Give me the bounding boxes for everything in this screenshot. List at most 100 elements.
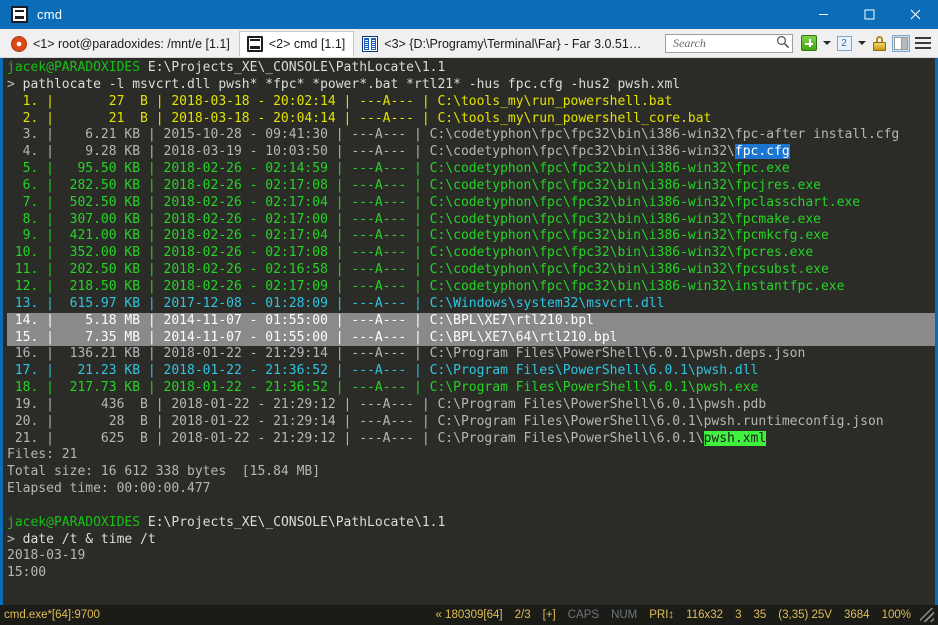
listing-row: 14. | 5.18 MB | 2014-11-07 - 01:55:00 | … — [7, 313, 935, 330]
row-meta: 14. | 5.18 MB | 2014-11-07 - 01:55:00 | … — [7, 313, 516, 328]
row-meta: 1. | 27 B | 2018-03-18 - 20:02:14 | ---A… — [7, 94, 531, 109]
row-meta: 3. | 6.21 KB | 2015-10-28 - 09:41:30 | -… — [7, 127, 735, 142]
listing-row: 2. | 21 B | 2018-03-18 - 20:04:14 | ---A… — [7, 111, 935, 128]
blank — [7, 498, 15, 513]
status-console-size: 116x32 — [680, 609, 729, 621]
tab-far-session[interactable]: <3> {D:\Programy\Terminal\Far} - Far 3.0… — [354, 31, 650, 57]
tab-bar: <1> root@paradoxides: /mnt/e [1.1] <2> c… — [0, 29, 938, 58]
row-filename: rtl210.bpl — [516, 313, 594, 328]
row-meta: 7. | 502.50 KB | 2018-02-26 - 02:17:04 |… — [7, 195, 735, 210]
row-meta: 6. | 282.50 KB | 2018-02-26 - 02:17:08 |… — [7, 178, 735, 193]
tab-group-button[interactable]: 2 — [834, 33, 854, 53]
row-meta: 21. | 625 B | 2018-01-22 - 21:29:12 | --… — [7, 431, 704, 446]
row-meta: 4. | 9.28 KB | 2018-03-19 - 10:03:50 | -… — [7, 144, 735, 159]
output-line: 15:00 — [7, 565, 935, 582]
listing-row: 11. | 202.50 KB | 2018-02-26 - 02:16:58 … — [7, 262, 935, 279]
row-filename: run_powershell_core.bat — [531, 111, 711, 126]
row-filename: instantfpc.exe — [735, 279, 845, 294]
row-filename: pwsh.pdb — [704, 397, 767, 412]
tab-ubuntu-session[interactable]: <1> root@paradoxides: /mnt/e [1.1] — [3, 31, 239, 57]
summary-files-text: Files: 21 — [7, 447, 77, 462]
listing-row: 19. | 436 B | 2018-01-22 - 21:29:12 | --… — [7, 397, 935, 414]
listing-row: 3. | 6.21 KB | 2015-10-28 - 09:41:30 | -… — [7, 127, 935, 144]
row-filename: fpcmkcfg.exe — [735, 228, 829, 243]
row-meta: 20. | 28 B | 2018-01-22 - 21:29:14 | ---… — [7, 414, 704, 429]
console-icon — [11, 6, 28, 23]
lock-icon — [873, 36, 886, 51]
row-filename: run_powershell.bat — [531, 94, 672, 109]
chevron-down-icon — [858, 41, 866, 45]
split-panel-icon — [892, 35, 910, 52]
window-title: cmd — [37, 7, 62, 22]
maximize-button[interactable] — [846, 0, 892, 29]
row-filename: fpclasschart.exe — [735, 195, 860, 210]
row-filename: pwsh.deps.json — [696, 346, 806, 361]
row-filename: pwsh.exe — [696, 380, 759, 395]
tab-label: <1> root@paradoxides: /mnt/e [1.1] — [33, 37, 230, 51]
summary-total-size-text: Total size: 16 612 338 bytes [15.84 MB] — [7, 464, 320, 479]
summary-elapsed-text: Elapsed time: 00:00:00.477 — [7, 481, 211, 496]
tab-group-dropdown-button[interactable] — [856, 33, 867, 53]
toolbar: 2 — [665, 29, 938, 57]
row-filename: fpc-after install.cfg — [735, 127, 899, 142]
search-icon[interactable] — [776, 34, 790, 53]
listing-row: 12. | 218.50 KB | 2018-02-26 - 02:17:09 … — [7, 279, 935, 296]
tab-count-icon: 2 — [837, 36, 852, 51]
command-text: date /t & time /t — [15, 532, 156, 547]
summary-elapsed: Elapsed time: 00:00:00.477 — [7, 481, 935, 498]
listing-row: 9. | 421.00 KB | 2018-02-26 - 02:17:04 |… — [7, 228, 935, 245]
search-input[interactable] — [671, 35, 776, 52]
row-meta: 19. | 436 B | 2018-01-22 - 21:29:12 | --… — [7, 397, 704, 412]
new-tab-dropdown-button[interactable] — [821, 33, 832, 53]
green-plus-icon — [801, 35, 817, 51]
prompt-marker: > — [7, 532, 15, 547]
row-meta: 16. | 136.21 KB | 2018-01-22 - 21:29:14 … — [7, 346, 696, 361]
status-column: 3 — [729, 609, 747, 621]
status-lines: 3684 — [838, 609, 876, 621]
panels-button[interactable] — [891, 33, 911, 53]
row-filename: fpc.exe — [735, 161, 790, 176]
row-meta: 8. | 307.00 KB | 2018-02-26 - 02:17:00 |… — [7, 212, 735, 227]
listing-row: 15. | 7.35 MB | 2014-11-07 - 01:55:00 | … — [7, 330, 935, 347]
tab-cmd-session[interactable]: <2> cmd [1.1] — [239, 31, 354, 57]
lock-button[interactable] — [869, 33, 889, 53]
resize-grip-icon[interactable] — [920, 608, 934, 622]
row-meta: 17. | 21.23 KB | 2018-01-22 - 21:36:52 |… — [7, 363, 696, 378]
status-plus: [+] — [537, 609, 562, 621]
status-num: NUM — [605, 609, 643, 621]
listing-row: 13. | 615.97 KB | 2017-12-08 - 01:28:09 … — [7, 296, 935, 313]
console-output[interactable]: jacek@PARADOXIDES E:\Projects_XE\_CONSOL… — [3, 58, 935, 605]
prompt-path: E:\Projects_XE\_CONSOLE\PathLocate\1.1 — [140, 515, 445, 530]
window-title-bar: cmd — [0, 0, 938, 29]
console-area: jacek@PARADOXIDES E:\Projects_XE\_CONSOL… — [0, 58, 938, 605]
ubuntu-icon — [11, 36, 27, 52]
row-meta: 15. | 7.35 MB | 2014-11-07 - 01:55:00 | … — [7, 330, 539, 345]
status-caps: CAPS — [562, 609, 605, 621]
row-meta: 12. | 218.50 KB | 2018-02-26 - 02:17:09 … — [7, 279, 735, 294]
window-controls — [800, 0, 938, 29]
row-filename: fpcres.exe — [735, 245, 813, 260]
output-line: 2018-03-19 — [7, 548, 935, 565]
prompt-line: jacek@PARADOXIDES E:\Projects_XE\_CONSOL… — [7, 515, 935, 532]
new-tab-button[interactable] — [799, 33, 819, 53]
menu-button[interactable] — [913, 33, 933, 53]
listing-row: 7. | 502.50 KB | 2018-02-26 - 02:17:04 |… — [7, 195, 935, 212]
prompt-user: jacek@PARADOXIDES — [7, 515, 140, 530]
row-filename: fpcjres.exe — [735, 178, 821, 193]
summary-files: Files: 21 — [7, 447, 935, 464]
command-line: > date /t & time /t — [7, 532, 935, 549]
far-manager-icon — [362, 36, 378, 52]
listing-row: 1. | 27 B | 2018-03-18 - 20:02:14 | ---A… — [7, 94, 935, 111]
minimize-button[interactable] — [800, 0, 846, 29]
row-meta: 9. | 421.00 KB | 2018-02-26 - 02:17:04 |… — [7, 228, 735, 243]
row-filename: msvcrt.dll — [586, 296, 664, 311]
status-priority: PRI↕ — [643, 609, 680, 621]
tab-label: <3> {D:\Programy\Terminal\Far} - Far 3.0… — [384, 37, 641, 51]
blank-line — [7, 498, 935, 515]
command-text: pathlocate -l msvcrt.dll pwsh* *fpc* *po… — [15, 77, 680, 92]
close-button[interactable] — [892, 0, 938, 29]
status-row: 35 — [747, 609, 772, 621]
row-meta: 5. | 95.50 KB | 2018-02-26 - 02:14:59 | … — [7, 161, 735, 176]
hamburger-menu-icon — [915, 37, 931, 49]
search-box[interactable] — [665, 34, 793, 53]
